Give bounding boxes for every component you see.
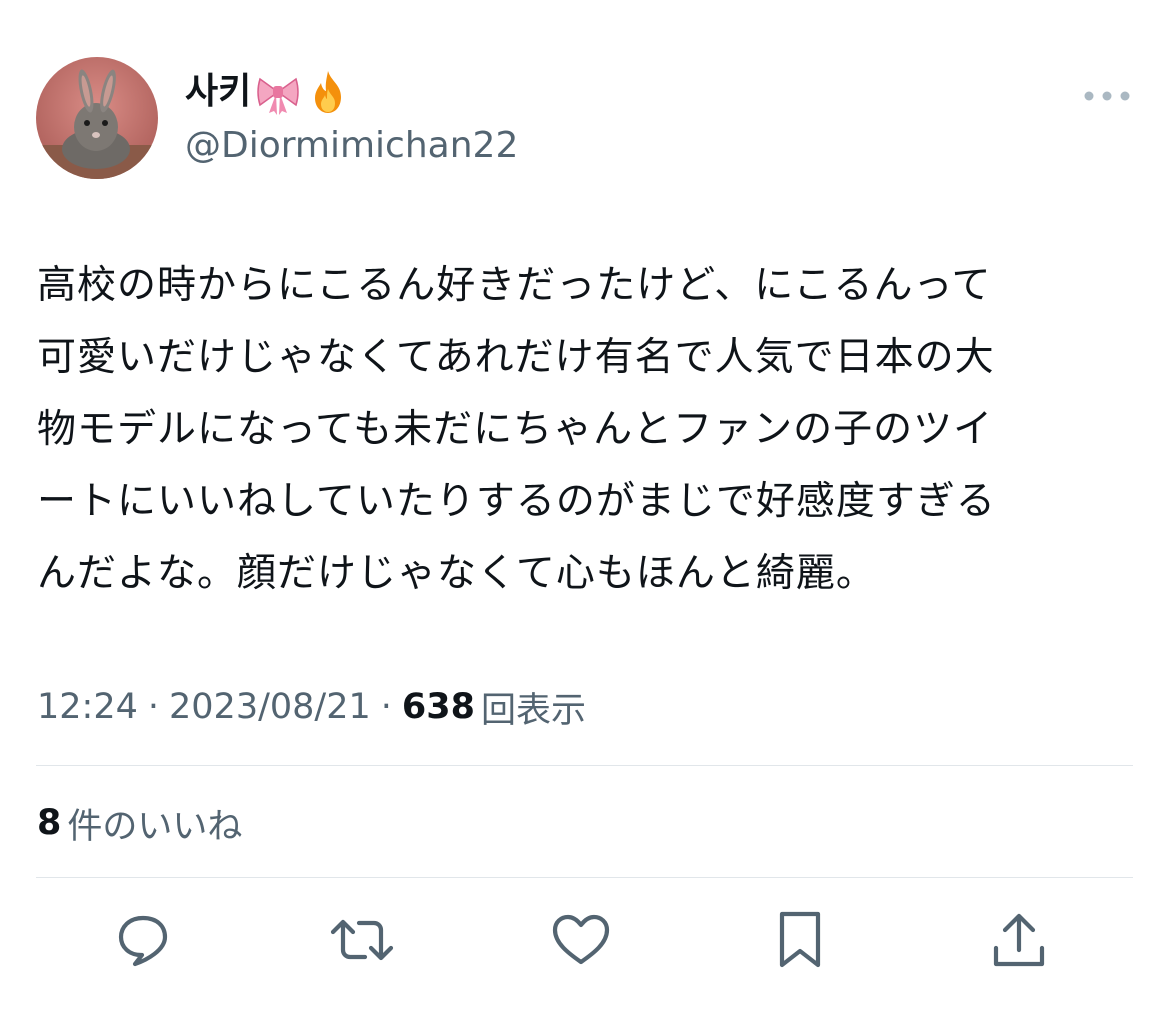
share-icon — [993, 913, 1045, 967]
fire-emoji-icon — [305, 69, 351, 115]
display-name-row[interactable]: 사키 — [185, 66, 351, 118]
bookmark-icon — [779, 911, 821, 968]
meta-separator: · — [380, 687, 392, 727]
rabbit-avatar-image — [36, 57, 158, 179]
like-button[interactable] — [546, 905, 616, 975]
tweet-actions — [0, 900, 1169, 980]
tweet-header: 사키 @Diormimichan22 — [0, 0, 1169, 200]
share-button[interactable] — [984, 905, 1054, 975]
more-options-button[interactable] — [1080, 78, 1134, 114]
views-count: 638 — [401, 687, 475, 727]
ribbon-emoji-icon — [255, 69, 301, 115]
reply-button[interactable] — [108, 905, 178, 975]
retweet-button[interactable] — [327, 905, 397, 975]
avatar[interactable] — [36, 57, 158, 179]
likes-summary[interactable]: 8 件のいいね — [37, 798, 242, 848]
divider — [36, 877, 1133, 878]
tweet-date[interactable]: 2023/08/21 — [169, 687, 371, 727]
bookmark-button[interactable] — [765, 905, 835, 975]
views-label: 回表示 — [480, 690, 586, 731]
likes-label: 件のいいね — [67, 806, 243, 847]
tweet-meta: 12:24 · 2023/08/21 · 638 回表示 — [37, 682, 586, 732]
tweet-text: 高校の時からにこるん好きだったけど、にこるんって 可愛いだけじゃなくてあれだけ有… — [37, 263, 996, 596]
heart-icon — [552, 914, 610, 965]
meta-separator: · — [147, 687, 160, 727]
tweet-time[interactable]: 12:24 — [37, 687, 138, 727]
more-dots-icon — [1084, 91, 1130, 101]
reply-icon — [118, 915, 168, 967]
display-name: 사키 — [185, 71, 252, 112]
divider — [36, 765, 1133, 766]
user-handle[interactable]: @Diormimichan22 — [185, 124, 518, 168]
retweet-icon — [330, 919, 394, 961]
likes-count: 8 — [37, 803, 62, 843]
